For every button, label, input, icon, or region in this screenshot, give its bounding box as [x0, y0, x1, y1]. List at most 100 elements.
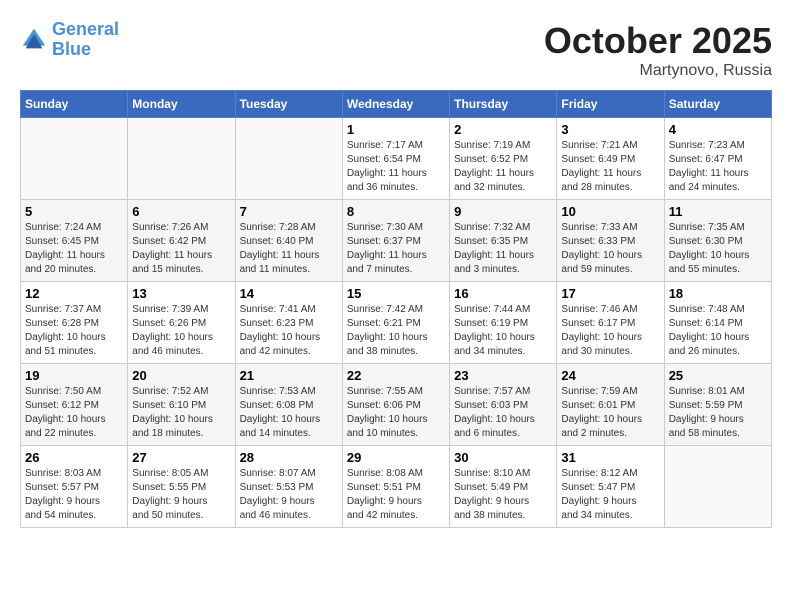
calendar-cell: 25 Sunrise: 8:01 AM Sunset: 5:59 PM Dayli…	[664, 364, 771, 446]
weekday-header-sunday: Sunday	[21, 91, 128, 118]
calendar-cell: 26 Sunrise: 8:03 AM Sunset: 5:57 PM Dayli…	[21, 446, 128, 528]
day-number: 2	[454, 122, 552, 137]
day-number: 23	[454, 368, 552, 383]
calendar-cell: 9 Sunrise: 7:32 AM Sunset: 6:35 PM Daylig…	[450, 200, 557, 282]
page-header: General Blue October 2025 Martynovo, Rus…	[20, 20, 772, 80]
title-block: October 2025 Martynovo, Russia	[544, 20, 772, 80]
day-info: Sunrise: 8:10 AM Sunset: 5:49 PM Dayligh…	[454, 467, 552, 523]
calendar-cell: 5 Sunrise: 7:24 AM Sunset: 6:45 PM Daylig…	[21, 200, 128, 282]
calendar-cell: 18 Sunrise: 7:48 AM Sunset: 6:14 PM Dayli…	[664, 282, 771, 364]
day-info: Sunrise: 7:53 AM Sunset: 6:08 PM Dayligh…	[240, 385, 338, 441]
day-info: Sunrise: 8:03 AM Sunset: 5:57 PM Dayligh…	[25, 467, 123, 523]
day-number: 24	[561, 368, 659, 383]
day-info: Sunrise: 7:55 AM Sunset: 6:06 PM Dayligh…	[347, 385, 445, 441]
calendar-cell: 13 Sunrise: 7:39 AM Sunset: 6:26 PM Dayli…	[128, 282, 235, 364]
day-number: 26	[25, 450, 123, 465]
calendar-cell	[21, 118, 128, 200]
day-info: Sunrise: 8:07 AM Sunset: 5:53 PM Dayligh…	[240, 467, 338, 523]
calendar-cell: 22 Sunrise: 7:55 AM Sunset: 6:06 PM Dayli…	[342, 364, 449, 446]
day-number: 4	[669, 122, 767, 137]
calendar-table: SundayMondayTuesdayWednesdayThursdayFrid…	[20, 90, 772, 528]
day-number: 3	[561, 122, 659, 137]
weekday-header-thursday: Thursday	[450, 91, 557, 118]
weekday-header-wednesday: Wednesday	[342, 91, 449, 118]
week-row-5: 26 Sunrise: 8:03 AM Sunset: 5:57 PM Dayli…	[21, 446, 772, 528]
calendar-cell: 15 Sunrise: 7:42 AM Sunset: 6:21 PM Dayli…	[342, 282, 449, 364]
weekday-header-tuesday: Tuesday	[235, 91, 342, 118]
calendar-cell: 1Sunrise: 7:17 AM Sunset: 6:54 PM Daylig…	[342, 118, 449, 200]
month-title: October 2025	[544, 20, 772, 62]
day-number: 7	[240, 204, 338, 219]
week-row-3: 12 Sunrise: 7:37 AM Sunset: 6:28 PM Dayli…	[21, 282, 772, 364]
day-number: 29	[347, 450, 445, 465]
day-number: 31	[561, 450, 659, 465]
day-info: Sunrise: 8:05 AM Sunset: 5:55 PM Dayligh…	[132, 467, 230, 523]
day-info: Sunrise: 7:41 AM Sunset: 6:23 PM Dayligh…	[240, 303, 338, 359]
day-info: Sunrise: 7:39 AM Sunset: 6:26 PM Dayligh…	[132, 303, 230, 359]
day-number: 18	[669, 286, 767, 301]
day-info: Sunrise: 8:12 AM Sunset: 5:47 PM Dayligh…	[561, 467, 659, 523]
calendar-cell: 19 Sunrise: 7:50 AM Sunset: 6:12 PM Dayli…	[21, 364, 128, 446]
day-number: 9	[454, 204, 552, 219]
calendar-cell	[235, 118, 342, 200]
day-number: 19	[25, 368, 123, 383]
day-info: Sunrise: 7:50 AM Sunset: 6:12 PM Dayligh…	[25, 385, 123, 441]
day-info: Sunrise: 7:23 AM Sunset: 6:47 PM Dayligh…	[669, 139, 767, 195]
day-info: Sunrise: 7:59 AM Sunset: 6:01 PM Dayligh…	[561, 385, 659, 441]
day-info: Sunrise: 7:33 AM Sunset: 6:33 PM Dayligh…	[561, 221, 659, 277]
day-number: 14	[240, 286, 338, 301]
day-number: 1	[347, 122, 445, 137]
day-info: Sunrise: 7:19 AM Sunset: 6:52 PM Dayligh…	[454, 139, 552, 195]
day-info: Sunrise: 7:48 AM Sunset: 6:14 PM Dayligh…	[669, 303, 767, 359]
day-number: 27	[132, 450, 230, 465]
day-info: Sunrise: 7:37 AM Sunset: 6:28 PM Dayligh…	[25, 303, 123, 359]
day-info: Sunrise: 7:30 AM Sunset: 6:37 PM Dayligh…	[347, 221, 445, 277]
day-info: Sunrise: 7:24 AM Sunset: 6:45 PM Dayligh…	[25, 221, 123, 277]
logo: General Blue	[20, 20, 119, 60]
day-info: Sunrise: 7:35 AM Sunset: 6:30 PM Dayligh…	[669, 221, 767, 277]
day-info: Sunrise: 7:21 AM Sunset: 6:49 PM Dayligh…	[561, 139, 659, 195]
day-number: 21	[240, 368, 338, 383]
day-number: 16	[454, 286, 552, 301]
day-info: Sunrise: 7:52 AM Sunset: 6:10 PM Dayligh…	[132, 385, 230, 441]
day-info: Sunrise: 7:46 AM Sunset: 6:17 PM Dayligh…	[561, 303, 659, 359]
day-info: Sunrise: 7:32 AM Sunset: 6:35 PM Dayligh…	[454, 221, 552, 277]
day-info: Sunrise: 7:42 AM Sunset: 6:21 PM Dayligh…	[347, 303, 445, 359]
weekday-header-friday: Friday	[557, 91, 664, 118]
calendar-cell: 16 Sunrise: 7:44 AM Sunset: 6:19 PM Dayli…	[450, 282, 557, 364]
week-row-2: 5 Sunrise: 7:24 AM Sunset: 6:45 PM Daylig…	[21, 200, 772, 282]
day-number: 20	[132, 368, 230, 383]
calendar-cell: 7 Sunrise: 7:28 AM Sunset: 6:40 PM Daylig…	[235, 200, 342, 282]
calendar-cell: 28Sunrise: 8:07 AM Sunset: 5:53 PM Dayli…	[235, 446, 342, 528]
day-number: 15	[347, 286, 445, 301]
day-number: 11	[669, 204, 767, 219]
calendar-cell: 12 Sunrise: 7:37 AM Sunset: 6:28 PM Dayli…	[21, 282, 128, 364]
logo-text: General Blue	[52, 20, 119, 60]
calendar-cell: 10Sunrise: 7:33 AM Sunset: 6:33 PM Dayli…	[557, 200, 664, 282]
calendar-cell: 31 Sunrise: 8:12 AM Sunset: 5:47 PM Dayli…	[557, 446, 664, 528]
day-number: 25	[669, 368, 767, 383]
weekday-header-monday: Monday	[128, 91, 235, 118]
calendar-cell: 8 Sunrise: 7:30 AM Sunset: 6:37 PM Daylig…	[342, 200, 449, 282]
week-row-4: 19 Sunrise: 7:50 AM Sunset: 6:12 PM Dayli…	[21, 364, 772, 446]
calendar-cell: 24 Sunrise: 7:59 AM Sunset: 6:01 PM Dayli…	[557, 364, 664, 446]
calendar-cell: 23 Sunrise: 7:57 AM Sunset: 6:03 PM Dayli…	[450, 364, 557, 446]
day-number: 12	[25, 286, 123, 301]
day-info: Sunrise: 8:01 AM Sunset: 5:59 PM Dayligh…	[669, 385, 767, 441]
calendar-cell: 14 Sunrise: 7:41 AM Sunset: 6:23 PM Dayli…	[235, 282, 342, 364]
calendar-cell: 11 Sunrise: 7:35 AM Sunset: 6:30 PM Dayli…	[664, 200, 771, 282]
weekday-header-saturday: Saturday	[664, 91, 771, 118]
day-info: Sunrise: 7:28 AM Sunset: 6:40 PM Dayligh…	[240, 221, 338, 277]
day-number: 8	[347, 204, 445, 219]
calendar-cell: 2 Sunrise: 7:19 AM Sunset: 6:52 PM Daylig…	[450, 118, 557, 200]
day-info: Sunrise: 7:57 AM Sunset: 6:03 PM Dayligh…	[454, 385, 552, 441]
day-number: 22	[347, 368, 445, 383]
calendar-cell: 20 Sunrise: 7:52 AM Sunset: 6:10 PM Dayli…	[128, 364, 235, 446]
calendar-cell: 3 Sunrise: 7:21 AM Sunset: 6:49 PM Daylig…	[557, 118, 664, 200]
day-info: Sunrise: 7:44 AM Sunset: 6:19 PM Dayligh…	[454, 303, 552, 359]
calendar-cell	[128, 118, 235, 200]
day-number: 13	[132, 286, 230, 301]
calendar-cell: 27 Sunrise: 8:05 AM Sunset: 5:55 PM Dayli…	[128, 446, 235, 528]
day-number: 5	[25, 204, 123, 219]
week-row-1: 1Sunrise: 7:17 AM Sunset: 6:54 PM Daylig…	[21, 118, 772, 200]
